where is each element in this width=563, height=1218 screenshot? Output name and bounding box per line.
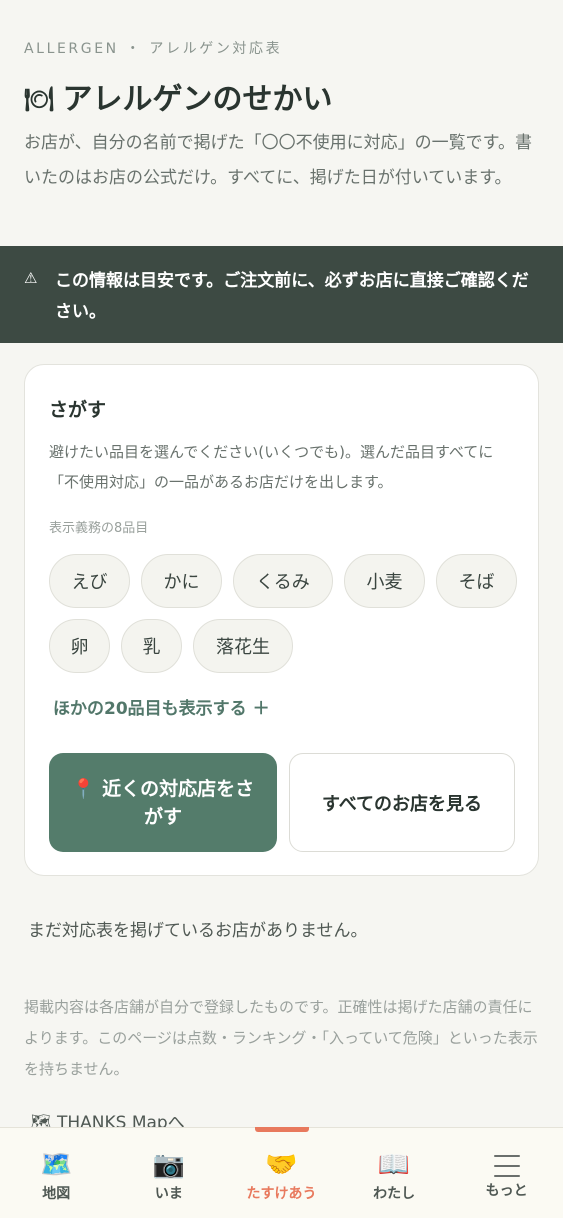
- disclaimer-text: 掲載内容は各店舗が自分で登録したものです。正確性は掲げた店舗の責任によります。こ…: [24, 998, 538, 1078]
- nav-item-help[interactable]: 🤝 たすけあう: [225, 1128, 338, 1218]
- plate-icon: 🍽: [24, 85, 55, 113]
- search-card: さがす 避けたい品目を選んでください(いくつでも)。選んだ品目すべてに「不使用対…: [24, 364, 539, 876]
- search-card-title: さがす: [49, 399, 107, 421]
- warning-banner: ⚠ この情報は目安です。ご注文前に、必ずお店に直接ご確認ください。: [0, 246, 563, 343]
- world-map-icon: 🗺️: [40, 1150, 73, 1180]
- empty-state-message: まだ対応表を掲げているお店がありません。: [28, 921, 368, 941]
- allergen-chip-milk[interactable]: 乳: [121, 619, 182, 673]
- nav-label-help: たすけあう: [246, 1186, 317, 1202]
- allergen-group-label: 表示義務の8品目: [49, 521, 149, 536]
- book-icon: 📖: [377, 1150, 411, 1180]
- menu-icon: [493, 1155, 520, 1177]
- nav-item-now[interactable]: 📷 いま: [113, 1128, 226, 1218]
- search-nearby-label: 近くの対応店をさがす: [102, 777, 255, 828]
- allergen-chip-buckwheat[interactable]: そば: [436, 554, 517, 608]
- allergen-chip-egg[interactable]: 卵: [49, 619, 110, 673]
- camera-icon: 📷: [152, 1150, 186, 1180]
- allergen-page: ALLERGEN ・ アレルゲン対応表 🍽 アレルゲンのせかい お店が、自分の名前…: [0, 0, 563, 1218]
- nav-label-map: 地図: [42, 1186, 71, 1202]
- show-more-allergens-link[interactable]: ほかの20品目も表示する ＋: [53, 694, 270, 719]
- nav-label-more: もっと: [485, 1183, 528, 1199]
- allergen-chip-list: えび かに くるみ 小麦 そば 卵 乳 落花生: [49, 554, 529, 673]
- page-eyebrow: ALLERGEN ・ アレルゲン対応表: [24, 41, 283, 57]
- bottom-nav: 🗺️ 地図 📷 いま 🤝 たすけあう 📖 わたし もっと: [0, 1127, 563, 1218]
- page-title-text: アレルゲンのせかい: [62, 82, 333, 117]
- warning-icon: ⚠: [24, 269, 38, 287]
- search-nearby-button[interactable]: 📍 近くの対応店をさがす: [49, 753, 277, 852]
- warning-text: この情報は目安です。ご注文前に、必ずお店に直接ご確認ください。: [55, 271, 529, 322]
- allergen-chip-wheat[interactable]: 小麦: [344, 554, 425, 608]
- view-all-shops-button[interactable]: すべてのお店を見る: [289, 753, 515, 852]
- nav-item-more[interactable]: もっと: [450, 1128, 563, 1218]
- page-intro: お店が、自分の名前で掲げた「〇〇不使用に対応」の一覧です。書いたのはお店の公式だ…: [24, 133, 532, 188]
- allergen-chip-peanut[interactable]: 落花生: [193, 619, 293, 673]
- nav-item-me[interactable]: 📖 わたし: [338, 1128, 451, 1218]
- allergen-chip-walnut[interactable]: くるみ: [233, 554, 333, 608]
- location-pin-icon: 📍: [71, 777, 96, 800]
- allergen-chip-shrimp[interactable]: えび: [49, 554, 130, 608]
- nav-label-me: わたし: [373, 1186, 416, 1202]
- search-card-description: 避けたい品目を選んでください(いくつでも)。選んだ品目すべてに「不使用対応」の一…: [49, 443, 494, 491]
- handshake-icon: 🤝: [265, 1150, 298, 1180]
- nav-item-map[interactable]: 🗺️ 地図: [0, 1128, 113, 1218]
- nav-label-now: いま: [154, 1186, 183, 1202]
- allergen-chip-crab[interactable]: かに: [141, 554, 222, 608]
- active-tab-indicator: [255, 1127, 309, 1132]
- page-title: 🍽 アレルゲンのせかい: [24, 74, 332, 118]
